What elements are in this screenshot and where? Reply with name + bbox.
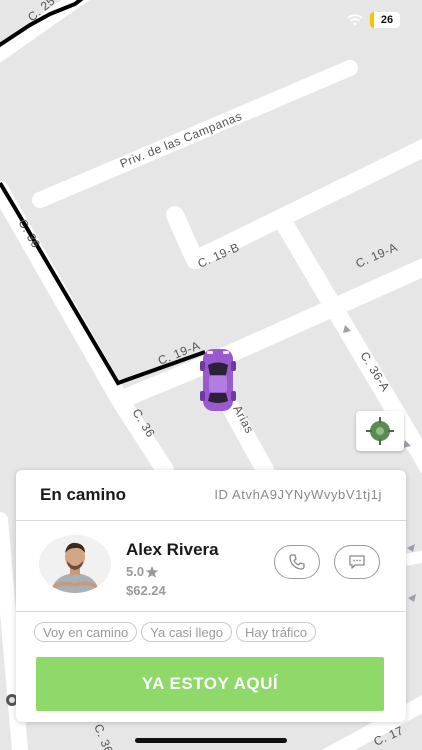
quick-reply-chip[interactable]: Hay tráfico — [236, 622, 317, 642]
quick-reply-chip[interactable]: Voy en camino — [34, 622, 138, 642]
driver-rating-value: 5.0 — [126, 564, 145, 579]
ride-status-card: En camino ID AtvhA9JYNyWvybV1tj1j Alex R… — [16, 470, 406, 722]
status-icons: 26 — [346, 12, 400, 28]
car-icon — [200, 349, 236, 411]
card-divider — [16, 611, 406, 612]
ride-fare: $62.24 — [126, 583, 166, 598]
driver-info: Alex Rivera 5.0 $62.24 — [16, 521, 406, 611]
star-icon — [145, 565, 159, 578]
ride-status-title: En camino — [40, 485, 126, 504]
driver-avatar — [39, 535, 111, 593]
arrived-button[interactable]: YA ESTOY AQUÍ — [36, 657, 384, 711]
recenter-button[interactable] — [356, 411, 404, 451]
home-indicator — [135, 738, 287, 743]
quick-reply-chip[interactable]: Ya casi llego — [141, 622, 233, 642]
app-screen: C. 25 Priv. de las Campanas C. 36 C. 19-… — [0, 0, 422, 750]
battery-level: 26 — [380, 14, 394, 26]
recenter-icon — [366, 417, 394, 445]
phone-icon — [289, 554, 305, 570]
driver-name: Alex Rivera — [126, 540, 219, 559]
status-bar: 26 — [0, 0, 422, 34]
quick-replies: Voy en camino Ya casi llego Hay tráfico — [34, 622, 390, 644]
driver-rating: 5.0 — [126, 564, 159, 579]
card-header: En camino ID AtvhA9JYNyWvybV1tj1j — [16, 470, 406, 521]
call-driver-button[interactable] — [274, 545, 320, 579]
ride-id: ID AtvhA9JYNyWvybV1tj1j — [214, 487, 382, 502]
battery-icon: 26 — [370, 12, 400, 28]
chat-icon — [349, 555, 365, 569]
wifi-icon — [347, 14, 363, 26]
message-driver-button[interactable] — [334, 545, 380, 579]
